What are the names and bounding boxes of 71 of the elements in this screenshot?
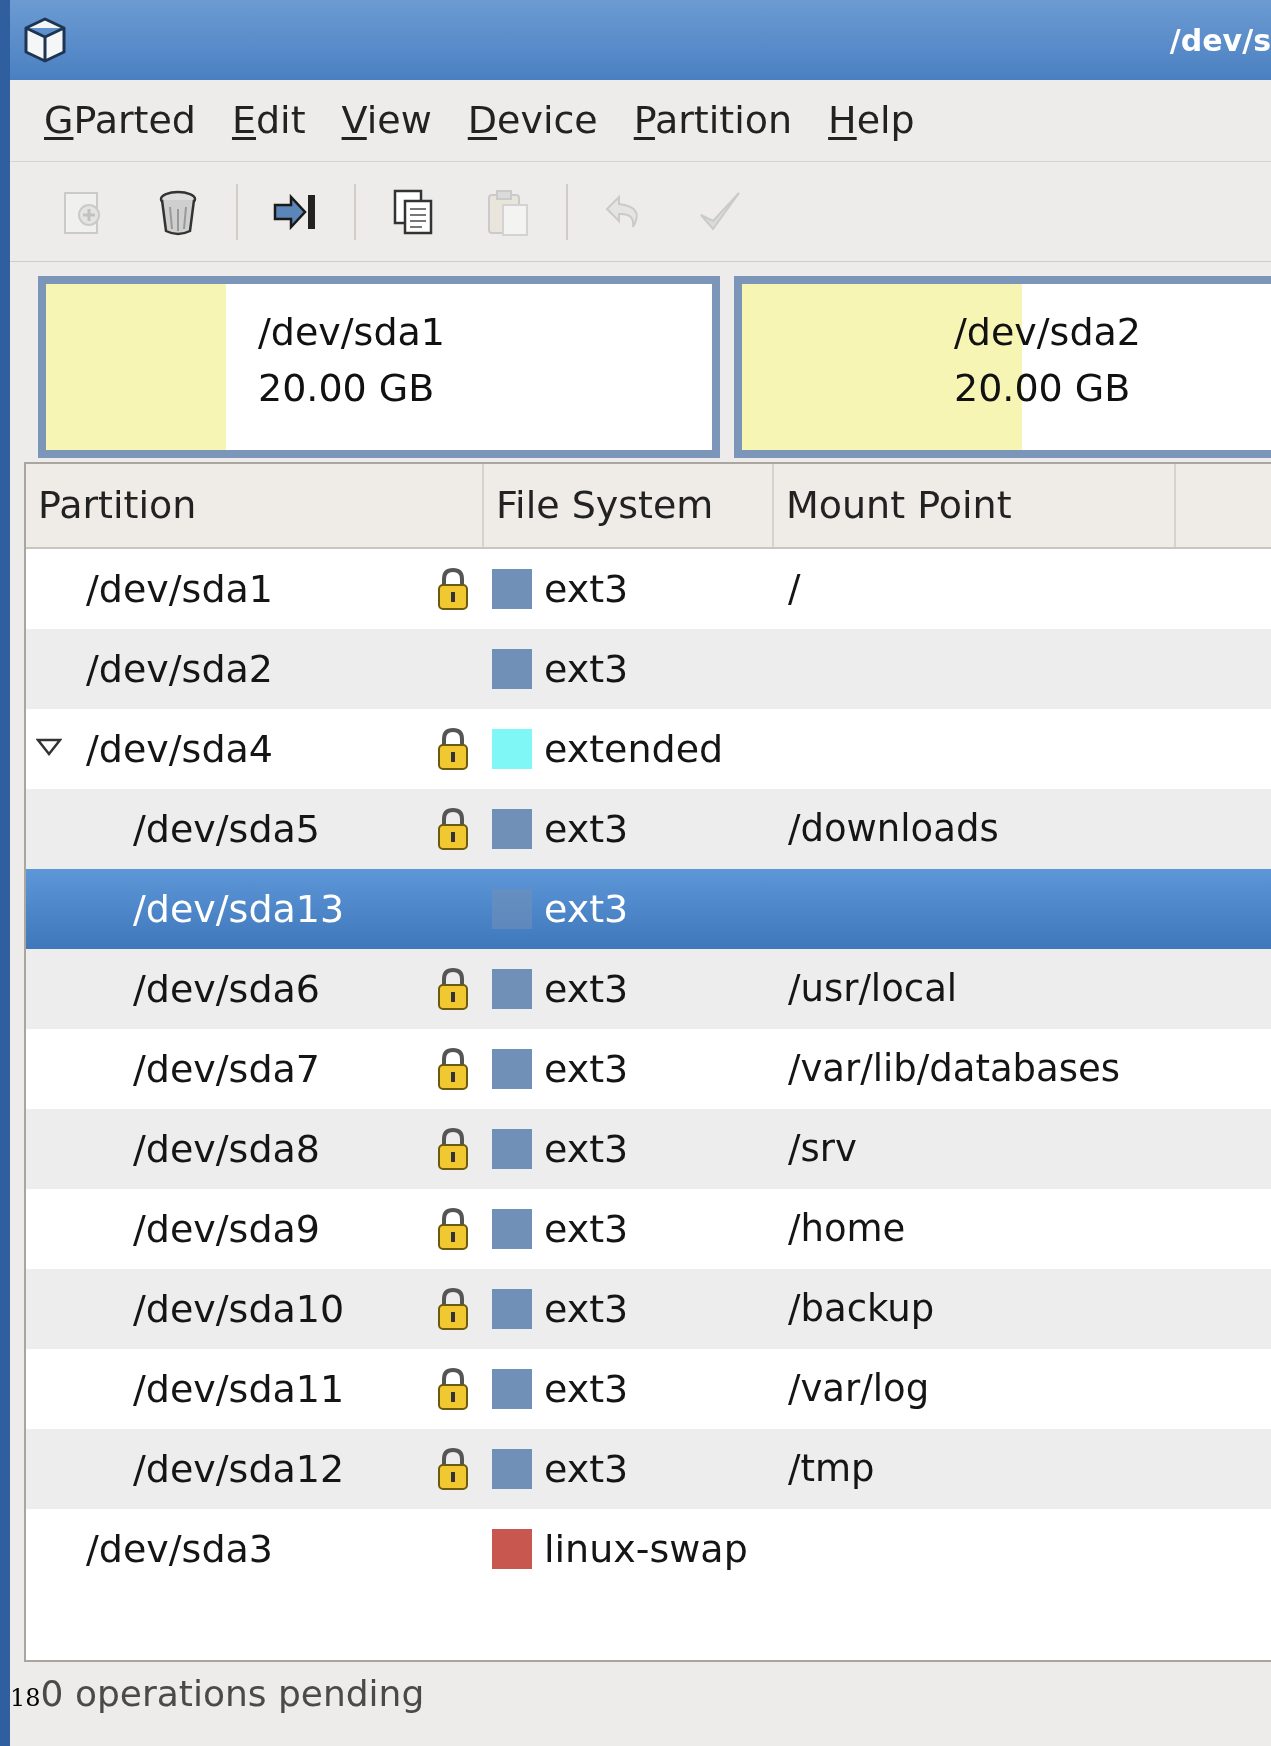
partition-name: /dev/sda2 (86, 645, 273, 693)
column-header[interactable]: Mount Point (774, 464, 1176, 547)
menu-item[interactable]: Partition (633, 92, 793, 149)
mount-point-text: /usr/local (788, 966, 958, 1013)
partition-name: /dev/sda2 (954, 309, 1141, 356)
status-text: 0 operations pending (40, 1672, 425, 1716)
mount-point-text: /tmp (788, 1446, 875, 1493)
partition-row[interactable]: /dev/sda12 ext3 /tmp (26, 1429, 1271, 1509)
menu-item[interactable]: View (341, 92, 432, 149)
column-header[interactable]: File System (484, 464, 774, 547)
partition-name: /dev/sda13 (133, 885, 345, 933)
padlock-icon (436, 1367, 470, 1411)
partition-name: /dev/sda10 (133, 1285, 345, 1333)
page-number: 18 (10, 1683, 41, 1713)
file-system-text: linux-swap (544, 1525, 748, 1573)
partition-name: /dev/sda12 (133, 1445, 345, 1493)
file-system-text: ext3 (544, 1205, 629, 1253)
partition-name: /dev/sda8 (133, 1125, 320, 1173)
file-system-text: ext3 (544, 965, 629, 1013)
padlock-icon (436, 1207, 470, 1251)
file-system-text: ext3 (544, 1045, 629, 1093)
partition-name: /dev/sda4 (86, 725, 273, 773)
column-header[interactable]: Partition (26, 464, 484, 547)
partition-name: /dev/sda1 (258, 309, 445, 356)
padlock-icon (436, 727, 470, 771)
expander-icon[interactable] (36, 737, 62, 757)
padlock-icon (436, 1127, 470, 1171)
partition-name: /dev/sda7 (133, 1045, 320, 1093)
menu-item[interactable]: Device (467, 92, 598, 149)
partition-row[interactable]: /dev/sda5 ext3 /downloads (26, 789, 1271, 869)
file-system-text: ext3 (544, 645, 629, 693)
padlock-icon (436, 807, 470, 851)
mount-point-text: /srv (788, 1126, 857, 1173)
mount-point-text: /home (788, 1206, 906, 1253)
window-title: /dev/s (1169, 21, 1271, 60)
partition-size: 20.00 GB (258, 365, 436, 412)
file-system-text: ext3 (544, 1365, 629, 1413)
padlock-icon (436, 1287, 470, 1331)
partition-block[interactable]: /dev/sda2 20.00 GB (734, 276, 1271, 458)
partition-row[interactable]: /dev/sda2 ext3 (26, 629, 1271, 709)
file-system-text: ext3 (544, 1125, 629, 1173)
menu-item[interactable]: GParted (44, 92, 196, 149)
mount-point-text: /backup (788, 1286, 935, 1333)
menu-item[interactable]: Help (828, 92, 915, 149)
file-system-text: ext3 (544, 1445, 629, 1493)
menu-item[interactable]: Edit (232, 92, 306, 149)
partition-name: /dev/sda6 (133, 965, 320, 1013)
padlock-icon (436, 1447, 470, 1491)
partition-row[interactable]: /dev/sda8 ext3 /srv (26, 1109, 1271, 1189)
partition-name: /dev/sda9 (133, 1205, 320, 1253)
mount-point-text: /var/lib/databases (788, 1046, 1121, 1093)
file-system-text: extended (544, 725, 724, 773)
partition-row[interactable]: /dev/sda10 ext3 /backup (26, 1269, 1271, 1349)
partition-name: /dev/sda3 (86, 1525, 273, 1573)
mount-point-text: / (788, 566, 801, 613)
partition-size: 20.00 GB (954, 365, 1132, 412)
partition-row[interactable]: /dev/sda13 ext3 (26, 869, 1271, 949)
partition-name: /dev/sda1 (86, 565, 273, 613)
padlock-icon (436, 967, 470, 1011)
mount-point-text: /var/log (788, 1366, 930, 1413)
file-system-text: ext3 (544, 885, 629, 933)
padlock-icon (436, 1047, 470, 1091)
partition-block[interactable]: /dev/sda1 20.00 GB (38, 276, 720, 458)
file-system-text: ext3 (544, 565, 629, 613)
file-system-text: ext3 (544, 1285, 629, 1333)
partition-name: /dev/sda5 (133, 805, 320, 853)
partition-row[interactable]: /dev/sda6 ext3 /usr/local (26, 949, 1271, 1029)
mount-point-text: /downloads (788, 806, 999, 853)
partition-name: /dev/sda11 (133, 1365, 345, 1413)
padlock-icon (436, 567, 470, 611)
file-system-text: ext3 (544, 805, 629, 853)
